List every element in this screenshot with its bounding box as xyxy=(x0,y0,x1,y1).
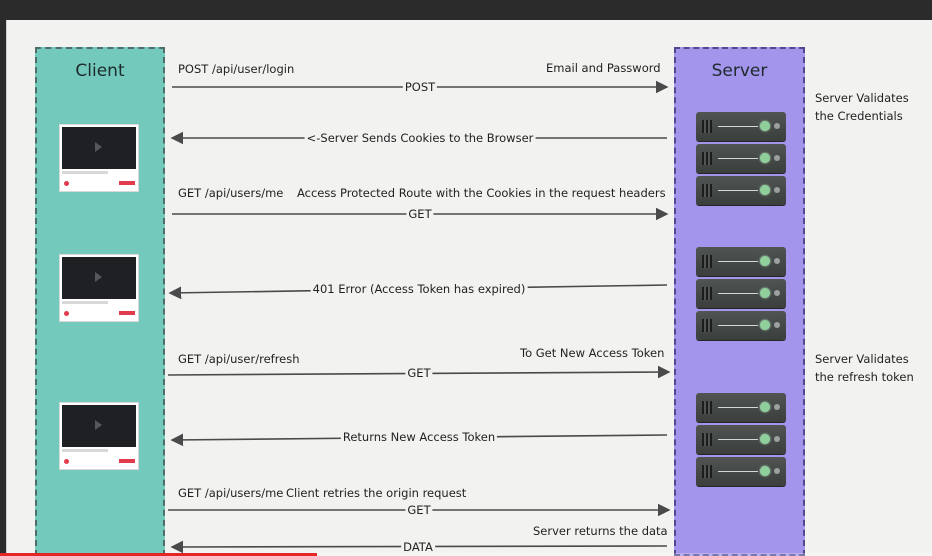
request-text: GET /api/users/me xyxy=(178,186,284,200)
arrow-label: Returns New Access Token xyxy=(340,430,498,444)
request-text: GET /api/user/refresh xyxy=(178,352,300,366)
arrow-label: 401 Error (Access Token has expired) xyxy=(310,282,528,296)
request-detail-text: Email and Password xyxy=(546,61,661,75)
arrow-label: GET xyxy=(405,366,433,380)
arrow-label: POST xyxy=(402,80,438,94)
request-detail-text: Client retries the origin request xyxy=(286,486,467,500)
request-text: GET /api/users/me xyxy=(178,486,284,500)
request-detail-text: To Get New Access Token xyxy=(520,346,665,360)
request-text: POST /api/user/login xyxy=(178,62,295,76)
arrow-label: GET xyxy=(405,503,433,517)
arrow-label: DATA xyxy=(401,540,435,554)
response-detail-text: Server returns the data xyxy=(533,524,668,538)
request-detail-text: Access Protected Route with the Cookies … xyxy=(297,186,666,200)
note-validate-credentials: Server Validates the Credentials xyxy=(815,91,909,123)
arrow-label: GET xyxy=(406,207,434,221)
note-validate-refresh: Server Validates the refresh token xyxy=(815,352,914,384)
sequence-arrows xyxy=(167,80,671,554)
arrow-label: <-Server Sends Cookies to the Browser xyxy=(304,131,536,145)
